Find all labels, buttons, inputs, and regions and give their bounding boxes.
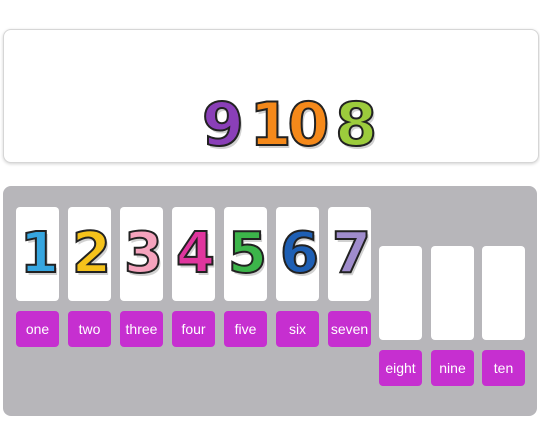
number-card-four: 4	[172, 207, 216, 301]
number-seven-glyph: 7	[331, 221, 372, 286]
label-one: one	[16, 311, 59, 347]
label-six: six	[276, 311, 319, 347]
number-card-six: 6	[276, 207, 320, 301]
number-column-one: 1 one	[16, 207, 60, 347]
label-four: four	[172, 311, 215, 347]
label-ten: ten	[482, 350, 525, 386]
drop-slot-eight[interactable]	[379, 246, 422, 340]
label-nine: nine	[431, 350, 474, 386]
label-eight: eight	[379, 350, 422, 386]
drop-column-eight: eight	[379, 246, 422, 386]
drop-column-nine: nine	[431, 246, 474, 386]
number-card-three: 3	[120, 207, 164, 301]
drop-slot-nine[interactable]	[431, 246, 474, 340]
number-pool: 9 10 8	[201, 80, 378, 170]
number-column-six: 6 six	[276, 207, 320, 347]
label-two: two	[68, 311, 111, 347]
number-two-glyph: 2	[71, 221, 112, 286]
number-card-one: 1	[16, 207, 60, 301]
drop-slot-ten[interactable]	[482, 246, 525, 340]
number-column-two: 2 two	[68, 207, 112, 347]
label-five: five	[224, 311, 267, 347]
number-five-glyph: 5	[227, 221, 268, 286]
number-column-seven: 7 seven	[328, 207, 372, 347]
number-column-three: 3 three	[120, 207, 164, 347]
drop-column-ten: ten	[482, 246, 525, 386]
draggable-number-nine[interactable]: 9	[201, 94, 245, 156]
number-column-four: 4 four	[172, 207, 216, 347]
draggable-number-eight[interactable]: 8	[334, 94, 378, 156]
label-seven: seven	[328, 311, 371, 347]
number-card-five: 5	[224, 207, 268, 301]
number-column-five: 5 five	[224, 207, 268, 347]
number-card-two: 2	[68, 207, 112, 301]
number-pool-panel: 9 10 8	[3, 29, 539, 163]
label-three: three	[120, 311, 163, 347]
number-three-glyph: 3	[123, 221, 164, 286]
number-card-seven: 7	[328, 207, 372, 301]
number-six-glyph: 6	[279, 221, 320, 286]
number-four-glyph: 4	[175, 221, 216, 286]
number-tray: 1 one 2 two 3 three 4 four 5 five 6 six …	[3, 186, 537, 416]
draggable-number-ten[interactable]: 10	[249, 94, 330, 156]
number-one-glyph: 1	[19, 221, 60, 286]
